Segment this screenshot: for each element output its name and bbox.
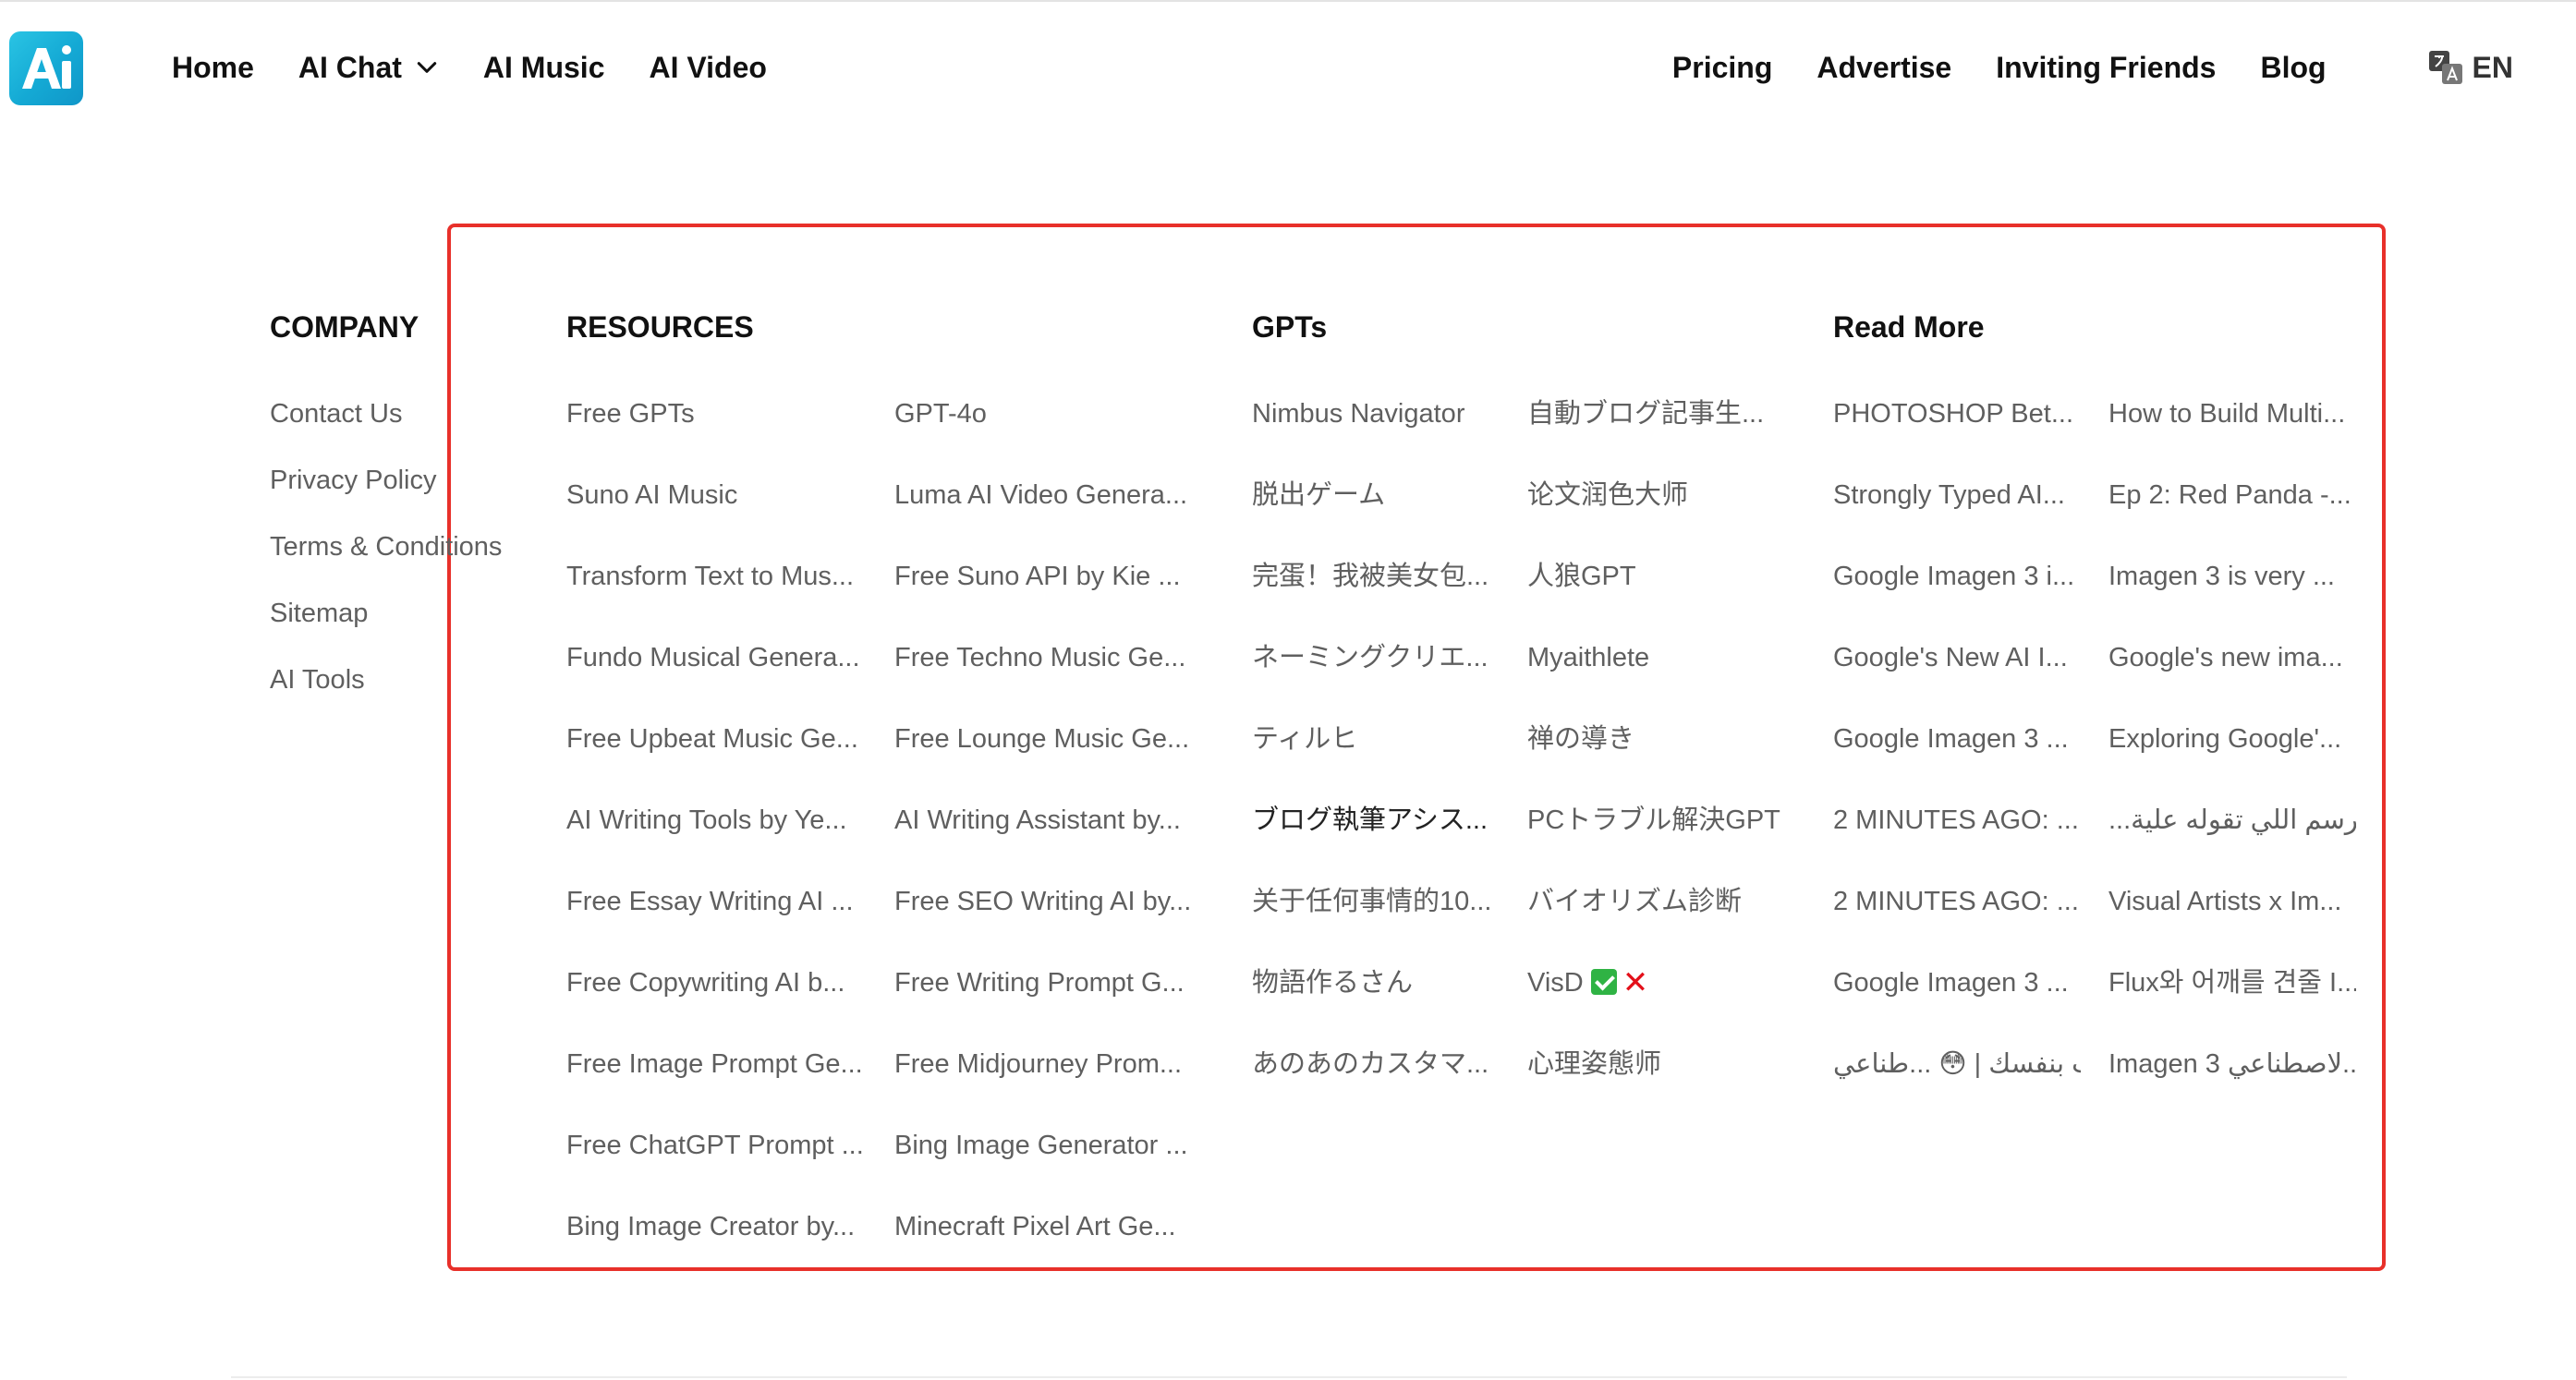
footer-link[interactable]: VisD ✕ [1527,959,1795,1040]
nav-ai-music[interactable]: AI Music [483,51,605,85]
footer-link[interactable]: GPT-4o [894,390,1209,471]
language-switcher[interactable]: EN [2428,50,2513,85]
footer-link[interactable]: Ep 2: Red Panda -... [2108,471,2356,552]
footer-link[interactable]: Privacy Policy [270,456,547,523]
resources-links-col2: GPT-4o Luma AI Video Genera... Free Suno… [894,390,1209,1284]
footer-link[interactable]: How to Build Multi... [2108,390,2356,471]
language-label: EN [2472,50,2513,84]
footer-link[interactable]: Free Writing Prompt G... [894,959,1209,1040]
footer-link[interactable]: Bing Image Generator ... [894,1121,1209,1203]
footer-link-label: VisD [1527,968,1584,998]
footer-link[interactable]: Free Image Prompt Ge... [566,1040,881,1121]
resources-title: RESOURCES [566,310,754,344]
footer-link[interactable]: Luma AI Video Genera... [894,471,1209,552]
footer-link[interactable]: Strongly Typed AI... [1833,471,2081,552]
company-links: Contact Us Privacy Policy Terms & Condit… [270,390,547,722]
footer-link[interactable]: Google Imagen 3 i... [1833,552,2081,634]
footer-divider [231,1376,2347,1378]
footer-link[interactable]: Free Upbeat Music Ge... [566,715,881,796]
footer-link[interactable]: Nimbus Navigator [1252,390,1511,471]
footer-link[interactable]: Free Essay Writing AI ... [566,878,881,959]
resources-links-col1: Free GPTs Suno AI Music Transform Text t… [566,390,881,1284]
nav-inviting-friends[interactable]: Inviting Friends [1996,51,2216,85]
company-title: COMPANY [270,310,419,344]
read-more-links-col2: How to Build Multi... Ep 2: Red Panda -.… [2108,390,2356,1121]
footer-link[interactable]: Free Lounge Music Ge... [894,715,1209,796]
footer-link[interactable]: Terms & Conditions [270,523,547,589]
gpts-links-col1: Nimbus Navigator 脱出ゲーム 完蛋！我被美女包... ネーミング… [1252,390,1511,1121]
footer-link[interactable]: Bing Image Creator by... [566,1203,881,1284]
footer-link[interactable]: Google Imagen 3 ... [1833,959,2081,1040]
footer-link[interactable]: Exploring Google'... [2108,715,2356,796]
footer-link[interactable]: Google Imagen 3 ... [1833,715,2081,796]
footer-link[interactable]: Minecraft Pixel Art Ge... [894,1203,1209,1284]
read-more-links-col1: PHOTOSHOP Bet... Strongly Typed AI... Go… [1833,390,2081,1121]
nav-ai-chat[interactable]: AI Chat [298,51,439,85]
footer-link[interactable]: جرب بنفسك | 😳 ...طناعي [1833,1040,2081,1121]
nav-pricing[interactable]: Pricing [1672,51,1772,85]
footer-link[interactable]: Google's new ima... [2108,634,2356,715]
footer-link[interactable]: ...رة وبيرسم اللي تقوله علية [2108,796,2356,878]
translate-icon [2428,51,2462,84]
nav-ai-video[interactable]: AI Video [649,51,766,85]
footer-link[interactable]: 论文润色大师 [1527,471,1795,552]
footer-link[interactable]: バイオリズム診断 [1527,878,1795,959]
footer-link[interactable]: Free GPTs [566,390,881,471]
footer-link[interactable]: Fundo Musical Genera... [566,634,881,715]
footer-link[interactable]: AI Tools [270,656,547,722]
nav-blog[interactable]: Blog [2260,51,2326,85]
gpts-links-col2: 自動ブログ記事生... 论文润色大师 人狼GPT Myaithlete 禅の導き… [1527,390,1795,1121]
footer-link[interactable]: あのあのカスタマ... [1252,1040,1511,1121]
footer-link[interactable]: Contact Us [270,390,547,456]
footer-link[interactable]: AI Writing Tools by Ye... [566,796,881,878]
gpts-title: GPTs [1252,310,1328,344]
footer-link[interactable]: Sitemap [270,589,547,656]
nav-ai-chat-label: AI Chat [298,50,402,84]
footer-link[interactable]: PCトラブル解決GPT [1527,796,1795,878]
footer-link[interactable]: Imagen 3 لاصطناعي... [2108,1040,2356,1121]
footer-link[interactable]: 完蛋！我被美女包... [1252,552,1511,634]
footer-link[interactable]: 脱出ゲーム [1252,471,1511,552]
footer-link[interactable]: Free SEO Writing AI by... [894,878,1209,959]
primary-nav: Home AI Chat AI Music AI Video [172,44,811,91]
footer-link[interactable]: 2 MINUTES AGO: ... [1833,796,2081,878]
footer-link[interactable]: Google's New AI I... [1833,634,2081,715]
nav-home[interactable]: Home [172,51,254,85]
footer-link[interactable]: ブログ執筆アシス... [1252,796,1511,878]
check-mark-icon [1590,969,1617,995]
footer-link[interactable]: 物語作るさん [1252,959,1511,1040]
footer-link[interactable]: Free ChatGPT Prompt ... [566,1121,881,1203]
footer-link[interactable]: 心理姿態师 [1527,1040,1795,1121]
logo-ai-icon [22,45,71,89]
footer-link[interactable]: Myaithlete [1527,634,1795,715]
nav-advertise[interactable]: Advertise [1817,51,1951,85]
top-divider [0,0,2576,2]
footer-link[interactable]: Transform Text to Mus... [566,552,881,634]
site-logo[interactable] [9,31,83,105]
footer-link[interactable]: 自動ブログ記事生... [1527,390,1795,471]
footer-link[interactable]: 禅の導き [1527,715,1795,796]
footer-link[interactable]: Free Suno API by Kie ... [894,552,1209,634]
read-more-title: Read More [1833,310,1985,344]
footer-link[interactable]: Free Midjourney Prom... [894,1040,1209,1121]
cross-mark-icon: ✕ [1622,965,1649,1000]
footer-link[interactable]: ネーミングクリエ... [1252,634,1511,715]
footer-link[interactable]: 人狼GPT [1527,552,1795,634]
footer-link[interactable]: ティルヒ [1252,715,1511,796]
footer-link[interactable]: AI Writing Assistant by... [894,796,1209,878]
footer-link[interactable]: Free Techno Music Ge... [894,634,1209,715]
footer-link[interactable]: 2 MINUTES AGO: ... [1833,878,2081,959]
footer-link[interactable]: Flux와 어깨를 견줄 I... [2108,959,2356,1040]
footer-link[interactable]: Imagen 3 is very ... [2108,552,2356,634]
footer-link[interactable]: Suno AI Music [566,471,881,552]
footer-link[interactable]: Visual Artists x Im... [2108,878,2356,959]
chevron-down-icon [417,62,437,73]
footer-link[interactable]: PHOTOSHOP Bet... [1833,390,2081,471]
footer-link[interactable]: 关于任何事情的10... [1252,878,1511,959]
footer-link[interactable]: Free Copywriting AI b... [566,959,881,1040]
secondary-nav: Pricing Advertise Inviting Friends Blog … [1628,44,2513,91]
